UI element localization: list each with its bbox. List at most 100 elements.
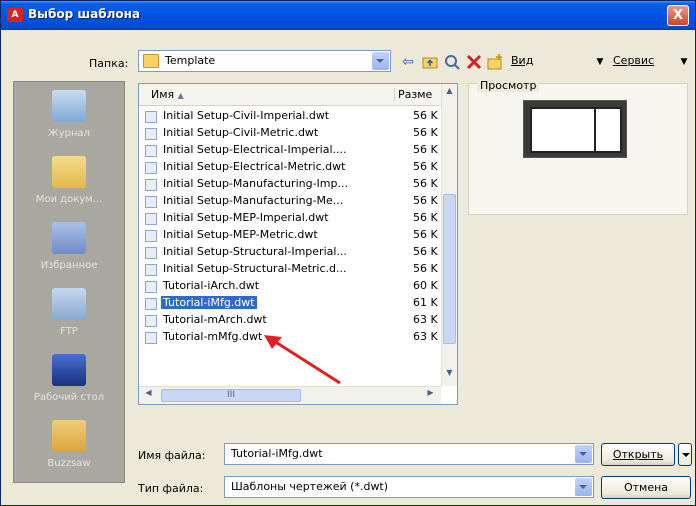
dwt-file-icon [145,111,157,123]
file-size: 56 K [413,228,438,241]
column-header-name[interactable]: Имя ▲ [151,88,184,101]
file-row[interactable]: Initial Setup-Electrical-Metric.dwt 56 K [143,159,439,176]
up-folder-icon[interactable] [421,53,439,71]
folder-combo[interactable]: Template [138,50,391,72]
dwt-file-icon [145,196,157,208]
file-row[interactable]: Initial Setup-Civil-Imperial.dwt 56 K [143,108,439,125]
favorites-icon [52,222,86,254]
file-name: Initial Setup-Civil-Metric.dwt [163,126,319,139]
file-size: 56 K [413,177,438,190]
place-label: Рабочий стол [33,392,105,403]
file-row[interactable]: Initial Setup-Structural-Metric.d... 56 K [143,261,439,278]
dwt-file-icon [145,264,157,276]
place-history[interactable]: Журнал [14,84,124,154]
search-web-icon[interactable] [443,53,461,71]
scroll-left-icon[interactable]: ◀ [143,388,154,402]
file-size: 56 K [413,160,438,173]
title-bar[interactable]: A Выбор шаблона X [1,1,695,30]
place-my-documents[interactable]: Мои докум... [14,150,124,220]
filetype-dropdown-arrow-icon[interactable] [575,478,592,496]
open-options-dropdown-icon[interactable] [678,443,692,466]
place-label: Избранное [40,260,98,271]
horizontal-scroll-thumb[interactable]: III [161,389,301,402]
file-name: Initial Setup-Manufacturing-Imp... [163,177,348,190]
file-name: Initial Setup-MEP-Metric.dwt [163,228,318,241]
file-name: Tutorial-iMfg.dwt [161,296,257,309]
dwt-file-icon [145,145,157,157]
annotation-arrow-icon [264,335,341,385]
file-row[interactable]: Initial Setup-Manufacturing-Imp... 56 K [143,176,439,193]
dwt-file-icon [145,179,157,191]
tools-menu[interactable]: Сервис [613,54,654,67]
place-buzzsaw[interactable]: Buzzsaw [14,414,124,484]
filetype-value: Шаблоны чертежей (*.dwt) [231,480,389,493]
vertical-scrollbar[interactable]: ▲ ▼ [441,84,457,386]
folder-value: Template [165,54,216,67]
file-row[interactable]: Initial Setup-Manufacturing-Me... 56 K [143,193,439,210]
tools-dropdown-icon[interactable]: ▼ [675,53,693,71]
place-label: Журнал [47,128,91,139]
file-name: Initial Setup-MEP-Imperial.dwt [163,211,329,224]
dwt-file-icon [145,162,157,174]
file-row[interactable]: Tutorial-mArch.dwt 63 K [143,312,439,329]
back-icon[interactable]: ⇦ [399,53,417,71]
template-dialog: A Выбор шаблона X Папка: Template ⇦ Вид … [0,0,696,506]
delete-icon[interactable] [465,53,483,71]
file-row[interactable]: Initial Setup-MEP-Imperial.dwt 56 K [143,210,439,227]
place-favorites[interactable]: Избранное [14,216,124,286]
dwt-file-icon [145,230,157,242]
filename-dropdown-arrow-icon[interactable] [575,445,592,463]
file-name: Initial Setup-Structural-Imperial... [163,245,347,258]
views-menu[interactable]: Вид [511,54,533,67]
cancel-button[interactable]: Отмена [601,476,691,499]
dialog-title: Выбор шаблона [28,7,141,21]
file-row[interactable]: Tutorial-iMfg.dwt 61 K [143,295,439,312]
file-size: 61 K [413,296,438,309]
file-size: 56 K [413,109,438,122]
folder-label: Папка: [89,57,129,70]
file-row[interactable]: Initial Setup-Electrical-Imperial.... 56 … [143,142,439,159]
place-desktop[interactable]: Рабочий стол [14,348,124,418]
place-label: Мои докум... [35,194,103,205]
scroll-down-icon[interactable]: ▼ [444,368,455,382]
preview-thumbnail [523,100,627,158]
file-row[interactable]: Tutorial-iArch.dwt 60 K [143,278,439,295]
new-folder-icon[interactable] [486,53,504,71]
file-size: 56 K [413,245,438,258]
file-name: Initial Setup-Electrical-Imperial.... [163,143,347,156]
file-row[interactable]: Initial Setup-Structural-Imperial... 56 K [143,244,439,261]
file-size: 56 K [413,194,438,207]
dwt-file-icon [145,298,157,310]
place-ftp[interactable]: FTP [14,282,124,352]
file-name: Initial Setup-Electrical-Metric.dwt [163,160,346,173]
my-documents-icon [52,156,86,188]
dwt-file-icon [145,332,157,344]
scroll-right-icon[interactable]: ▶ [425,388,436,402]
filetype-label: Тип файла: [138,482,204,495]
file-name: Tutorial-mArch.dwt [163,313,267,326]
filename-input[interactable]: Tutorial-iMfg.dwt [224,443,594,465]
vertical-scroll-thumb[interactable] [443,194,456,344]
sort-ascending-icon: ▲ [177,91,184,100]
file-size: 60 K [413,279,438,292]
close-button[interactable]: X [667,5,689,26]
dwt-file-icon [145,315,157,327]
list-header: Имя ▲ Разме [139,84,457,106]
desktop-icon [52,354,86,386]
scroll-up-icon[interactable]: ▲ [444,86,455,100]
file-row[interactable]: Initial Setup-Civil-Metric.dwt 56 K [143,125,439,142]
file-size: 63 K [413,330,438,343]
file-row[interactable]: Initial Setup-MEP-Metric.dwt 56 K [143,227,439,244]
file-name: Initial Setup-Manufacturing-Me... [163,194,344,207]
buzzsaw-icon [52,420,86,452]
places-bar: Журнал Мои докум... Избранное FTP Рабочи… [13,81,125,483]
file-size: 56 K [413,262,438,275]
file-name: Initial Setup-Structural-Metric.d... [163,262,347,275]
filetype-select[interactable]: Шаблоны чертежей (*.dwt) [224,476,594,498]
folder-dropdown-arrow-icon[interactable] [372,52,389,70]
dwt-file-icon [145,281,157,293]
open-button[interactable]: Открыть [601,443,675,466]
column-header-size[interactable]: Разме [394,88,432,101]
views-dropdown-icon[interactable]: ▼ [591,53,609,71]
place-label: Buzzsaw [47,458,91,469]
